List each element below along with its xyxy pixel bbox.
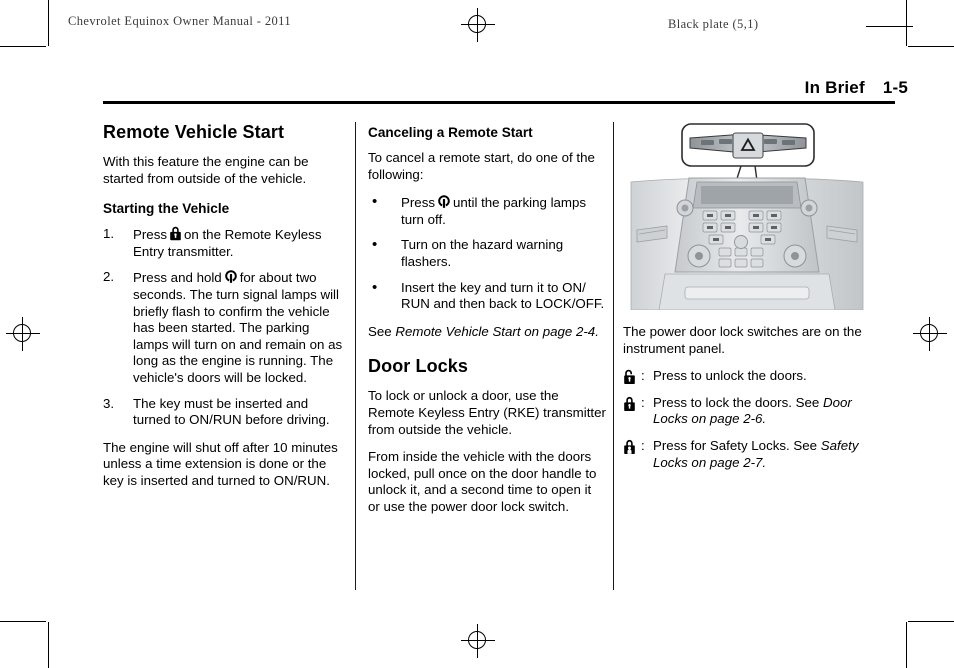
heading-door-locks: Door Locks <box>368 356 469 377</box>
crop-mark-bottom-left-horizontal <box>0 621 46 622</box>
running-head-black-plate: Black plate (5,1) <box>668 17 759 31</box>
cross-ref-lead: See <box>368 323 392 339</box>
bullet-glyph: • <box>372 236 378 254</box>
running-head-manual-title: Chevrolet Equinox Owner Manual - 2011 <box>68 14 291 28</box>
bullet-glyph: • <box>372 193 378 211</box>
crop-mark-top-left-horizontal <box>0 46 46 47</box>
header-rule <box>103 101 895 104</box>
list-item: 2. Press and hold for about two seconds. T… <box>103 269 343 386</box>
legend-colon: : <box>641 437 645 453</box>
paragraph-cancel-intro: To cancel a remote start, do one of the … <box>368 150 595 182</box>
bullet-text-before: Press <box>401 195 435 211</box>
section-title: In Brief <box>804 78 865 97</box>
list-number: 3. <box>103 395 115 411</box>
crop-mark-bottom-right-vertical <box>906 622 907 668</box>
instrument-panel-illustration <box>623 122 871 310</box>
subheading-canceling-a-remote-start: Canceling a Remote Start <box>368 125 533 140</box>
crop-mark-top-left-vertical <box>48 0 49 46</box>
list-item: • Turn on the hazard warning flashers. <box>368 236 606 270</box>
unlock-icon <box>623 369 636 390</box>
header-tick-rule <box>866 26 913 27</box>
remote-start-icon <box>437 194 451 209</box>
registration-mark-bottom <box>461 624 495 658</box>
bullet-text-after: Turn on the hazard warning flashers. <box>401 237 564 269</box>
registration-mark-right <box>913 317 947 351</box>
list-cancel-options: • Press until the parking lamps turn off. … <box>368 193 606 313</box>
paragraph-door-locks-1: To lock or unlock a door, use the Remote… <box>368 388 606 437</box>
subheading-starting-the-vehicle: Starting the Vehicle <box>103 201 230 217</box>
legend-text: Press to lock the doors. See <box>653 394 823 410</box>
lock-icon <box>169 226 182 241</box>
legend-row-lock: : Press to lock the doors. See Door Lock… <box>623 395 871 428</box>
step-text-after: The key must be inserted and turned to O… <box>133 395 330 428</box>
list-item: 3. The key must be inserted and turned to… <box>103 396 343 429</box>
cross-ref-target: Remote Vehicle Start on page 2-4. <box>395 323 599 339</box>
legend-text: Press to unlock the doors. <box>653 368 807 384</box>
list-item: • Press until the parking lamps turn off. <box>368 193 606 228</box>
paragraph-engine-shutoff: The engine will shut off after 10 minute… <box>103 439 338 488</box>
legend-colon: : <box>641 394 645 410</box>
column-1: Remote Vehicle Start With this feature t… <box>103 122 343 501</box>
list-number: 2. <box>103 269 115 285</box>
legend-row-unlock: : Press to unlock the doors. <box>623 368 871 385</box>
step-text-after: for about two seconds. The turn signal l… <box>133 270 343 385</box>
list-item: 1. Press on the Remote Keyless Entry trans… <box>103 226 343 260</box>
column-2: Canceling a Remote Start To cancel a rem… <box>368 122 606 527</box>
legend-text: Press for Safety Locks. See <box>653 437 821 453</box>
registration-mark-left <box>6 317 40 351</box>
step-text-before: Press <box>133 227 167 243</box>
heading-remote-vehicle-start: Remote Vehicle Start <box>103 122 285 142</box>
crop-mark-bottom-right-horizontal <box>908 621 954 622</box>
lock-icon <box>623 396 636 417</box>
step-text-before: Press and hold <box>133 270 222 286</box>
list-starting-the-vehicle-steps: 1. Press on the Remote Keyless Entry trans… <box>103 226 343 429</box>
safety-lock-icon <box>623 439 636 460</box>
list-item: • Insert the key and turn it to ON/ RUN a… <box>368 278 606 313</box>
bullet-text-after: Insert the key and turn it to ON/ RUN an… <box>401 279 605 312</box>
list-number: 1. <box>103 226 115 242</box>
registration-mark-top <box>461 8 495 42</box>
crop-mark-bottom-left-vertical <box>48 622 49 668</box>
column-3: The power door lock switches are on the … <box>623 122 871 481</box>
page-number: 1-5 <box>882 78 908 97</box>
column-divider-1 <box>355 122 356 590</box>
paragraph-door-lock-switches: The power door lock switches are on the … <box>623 324 862 356</box>
crop-mark-top-right-horizontal <box>908 46 954 47</box>
paragraph-remote-start-intro: With this feature the engine can be star… <box>103 154 309 186</box>
page-header: In Brief 1-5 <box>805 78 908 98</box>
column-divider-2 <box>613 122 614 590</box>
paragraph-door-locks-2: From inside the vehicle with the doors l… <box>368 449 597 514</box>
legend-row-safety-lock: : Press for Safety Locks. See Safety Loc… <box>623 438 871 471</box>
legend-colon: : <box>641 368 645 384</box>
remote-start-icon <box>224 269 238 284</box>
bullet-glyph: • <box>372 278 378 296</box>
cross-reference-remote-vehicle-start: See Remote Vehicle Start on page 2-4. <box>368 324 606 341</box>
crop-mark-top-right-vertical <box>906 0 907 46</box>
